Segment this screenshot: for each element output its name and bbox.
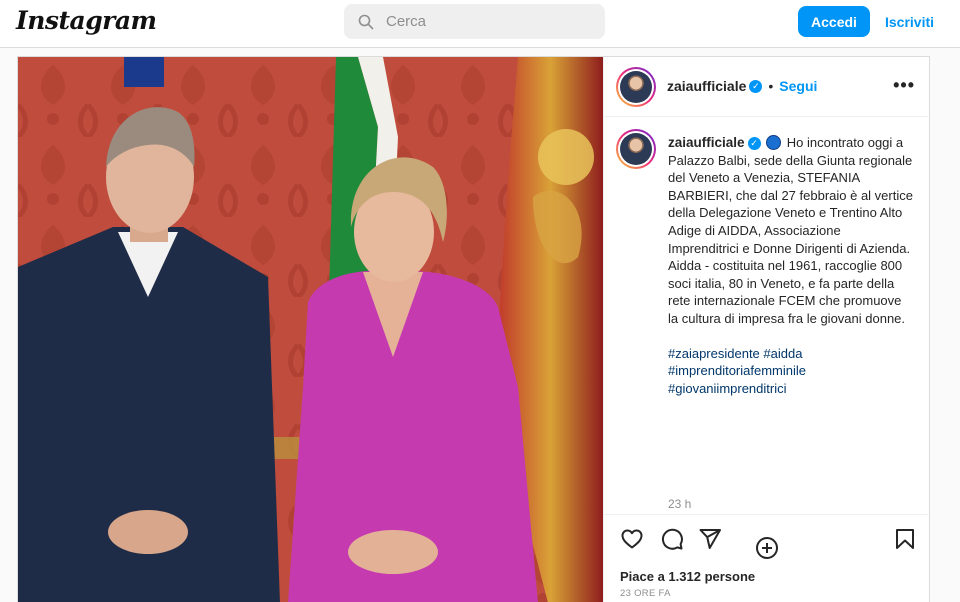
caption-block: zaiaufficiale ✓ Ho incontrato oggi a Pala… — [604, 117, 931, 559]
instagram-logo[interactable]: Instagram — [16, 6, 157, 35]
more-options-icon[interactable]: ••• — [893, 75, 915, 96]
hashtag-link[interactable]: #zaiapresidente — [668, 346, 760, 361]
blue-circle-emoji — [766, 135, 782, 150]
caption-text: zaiaufficiale ✓ Ho incontrato oggi a Pala… — [668, 134, 913, 397]
likes-count[interactable]: Piace a 1.312 persone — [620, 569, 755, 584]
verified-badge-icon: ✓ — [747, 137, 761, 151]
caption-avatar[interactable] — [616, 129, 656, 169]
search-box[interactable] — [344, 4, 605, 39]
avatar[interactable] — [616, 67, 656, 107]
heart-icon[interactable] — [620, 527, 644, 551]
search-input[interactable] — [386, 13, 586, 30]
follow-button[interactable]: Segui — [779, 78, 817, 94]
hashtag-link[interactable]: #imprenditoriafemminile — [668, 362, 913, 380]
verified-badge-icon: ✓ — [749, 79, 763, 93]
login-button[interactable]: Accedi — [798, 6, 870, 37]
comment-icon[interactable] — [660, 527, 684, 551]
bookmark-icon[interactable] — [893, 527, 917, 551]
post-actions: Piace a 1.312 persone 23 ORE FA — [604, 514, 931, 602]
post-photo[interactable] — [18, 57, 603, 602]
caption-username[interactable]: zaiaufficiale — [668, 135, 745, 150]
hashtag-list: #zaiapresidente #aidda #imprenditoriafem… — [668, 345, 913, 398]
post-sidebar: zaiaufficiale ✓ • Segui ••• zaiaufficial… — [603, 57, 931, 602]
caption-paragraph-2: Aidda - costituita nel 1961, raccoglie 8… — [668, 258, 906, 326]
separator-dot: • — [768, 78, 774, 94]
post-timestamp: 23 ORE FA — [620, 588, 671, 599]
signup-link[interactable]: Iscriviti — [885, 6, 934, 37]
hashtag-link[interactable]: #giovaniimprenditrici — [668, 380, 913, 398]
post-photo-image — [18, 57, 603, 602]
post-card: zaiaufficiale ✓ • Segui ••• zaiaufficial… — [17, 56, 931, 602]
post-header: zaiaufficiale ✓ • Segui ••• — [604, 57, 931, 117]
top-bar: Instagram Accedi Iscriviti — [0, 0, 960, 48]
username-link[interactable]: zaiaufficiale — [667, 78, 746, 94]
share-icon[interactable] — [698, 527, 722, 551]
search-icon — [358, 14, 374, 29]
caption-time: 23 h — [668, 497, 692, 511]
caption-paragraph-1: Ho incontrato oggi a Palazzo Balbi, sede… — [668, 135, 913, 256]
hashtag-link[interactable]: #aidda — [763, 346, 802, 361]
